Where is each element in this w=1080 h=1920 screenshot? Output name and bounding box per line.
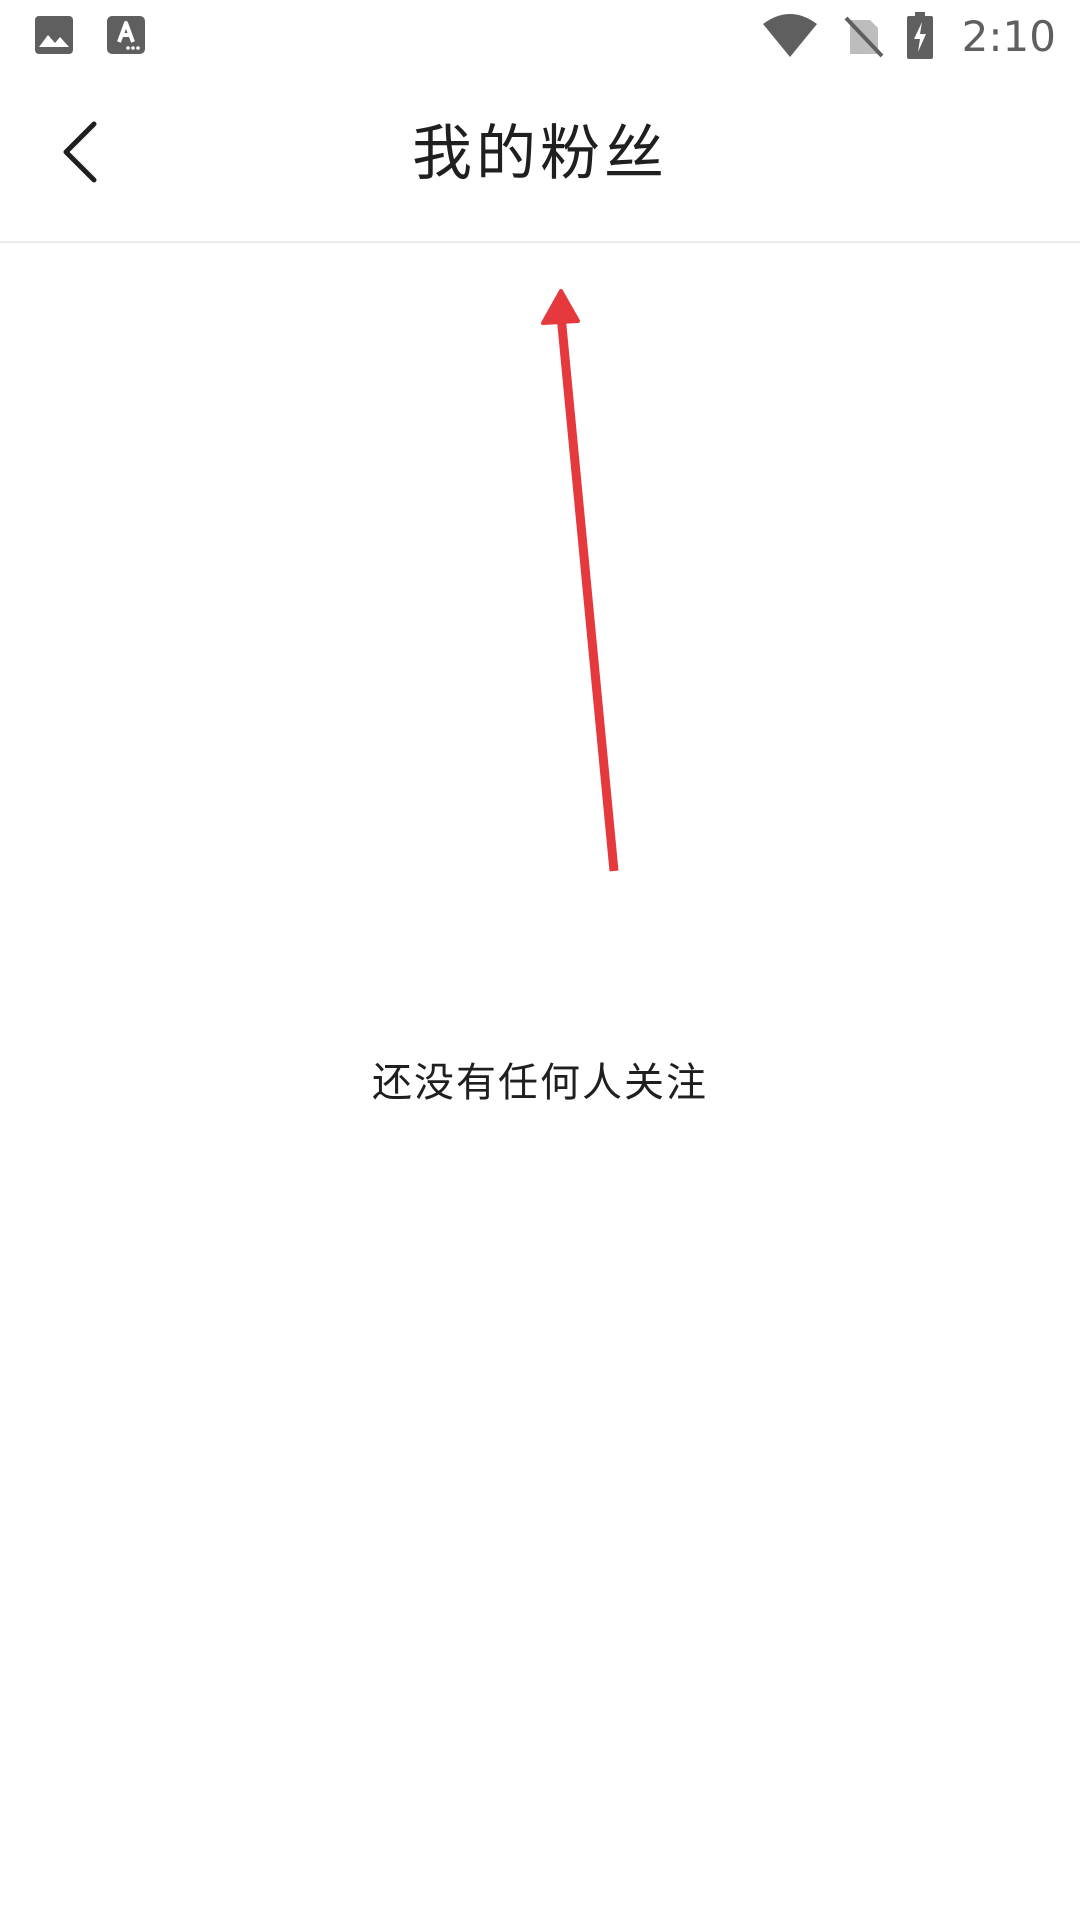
app-bar: 我的粉丝 (0, 72, 1080, 243)
screen: 2:10 我的粉丝 还没有任何人关注 (0, 0, 1080, 1920)
status-bar: 2:10 (0, 0, 1080, 72)
content-area: 还没有任何人关注 (0, 243, 1080, 1920)
no-sim-icon (844, 16, 884, 58)
status-time: 2:10 (961, 11, 1056, 61)
status-notifications (34, 15, 146, 55)
wifi-icon (762, 14, 817, 57)
battery-charging-icon (906, 12, 933, 59)
empty-state-message: 还没有任何人关注 (372, 1060, 708, 1106)
annotation-arrow (541, 289, 619, 872)
status-system: 2:10 (762, 10, 1056, 62)
image-icon (35, 16, 73, 54)
page-title: 我的粉丝 (412, 119, 668, 189)
font-download-icon (107, 16, 145, 54)
